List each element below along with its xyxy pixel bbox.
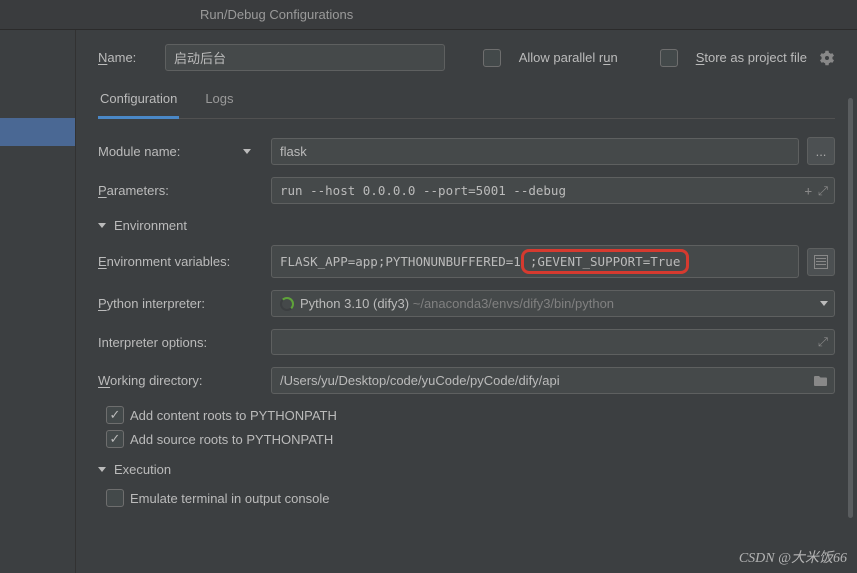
header-row: NName:ame: Allow parallel run Store as p… [98, 44, 835, 71]
vertical-scrollbar[interactable] [848, 98, 853, 518]
expand-icon[interactable]: ⤢ [818, 183, 828, 199]
execution-section-header[interactable]: Execution [98, 462, 835, 477]
module-name-value: flask [280, 144, 307, 159]
name-label: NName:ame: [98, 50, 153, 65]
env-vars-label: Environment variables: [98, 254, 263, 269]
working-dir-label: Working directory: [98, 373, 263, 388]
dropdown-icon [820, 301, 828, 306]
parameters-value: run --host 0.0.0.0 --port=5001 --debug [280, 183, 566, 198]
allow-parallel-label: Allow parallel run [519, 50, 618, 65]
parameters-field[interactable]: run --host 0.0.0.0 --port=5001 --debug +… [271, 177, 835, 204]
interpreter-opts-label: Interpreter options: [98, 335, 263, 350]
allow-parallel-checkbox[interactable] [483, 49, 501, 67]
folder-icon[interactable] [813, 375, 828, 387]
name-input[interactable] [165, 44, 445, 71]
list-icon [814, 255, 828, 269]
config-tree-item-selected[interactable] [0, 118, 75, 146]
plus-icon[interactable]: + [804, 183, 812, 199]
main-layout: NName:ame: Allow parallel run Store as p… [0, 30, 857, 573]
module-name-more-button[interactable]: ... [807, 137, 835, 165]
add-source-roots-label: Add source roots to PYTHONPATH [130, 432, 333, 447]
interpreter-opts-field[interactable]: ⤢ [271, 329, 835, 355]
working-dir-field[interactable]: /Users/yu/Desktop/code/yuCode/pyCode/dif… [271, 367, 835, 394]
env-vars-highlight: ;GEVENT_SUPPORT=True [521, 249, 690, 274]
store-project-label: Store as project file [696, 50, 807, 65]
working-dir-value: /Users/yu/Desktop/code/yuCode/pyCode/dif… [280, 373, 560, 388]
window-titlebar: Run/Debug Configurations [0, 0, 857, 30]
add-content-roots-checkbox[interactable] [106, 406, 124, 424]
tab-logs[interactable]: Logs [203, 91, 235, 118]
store-project-checkbox[interactable] [660, 49, 678, 67]
env-vars-edit-button[interactable] [807, 248, 835, 276]
module-name-field[interactable]: flask [271, 138, 799, 165]
content-pane: NName:ame: Allow parallel run Store as p… [76, 30, 857, 573]
add-content-roots-label: Add content roots to PYTHONPATH [130, 408, 337, 423]
emulate-terminal-label: Emulate terminal in output console [130, 491, 329, 506]
module-name-dropdown-icon[interactable] [243, 149, 251, 154]
watermark: CSDN @大米饭66 [739, 547, 847, 567]
emulate-terminal-checkbox[interactable] [106, 489, 124, 507]
interpreter-dropdown[interactable]: Python 3.10 (dify3) ~/anaconda3/envs/dif… [271, 290, 835, 317]
env-vars-value: FLASK_APP=app;PYTHONUNBUFFERED=1 [280, 254, 521, 269]
config-tree-sidebar[interactable] [0, 30, 76, 573]
interpreter-path: ~/anaconda3/envs/dify3/bin/python [413, 296, 614, 311]
collapse-icon [98, 223, 106, 228]
tabs: Configuration Logs [98, 91, 835, 119]
loading-spinner-icon [280, 297, 294, 311]
interpreter-name: Python 3.10 (dify3) [300, 296, 409, 311]
window-title: Run/Debug Configurations [200, 7, 353, 22]
interpreter-label: Python interpreter: [98, 296, 263, 311]
module-name-label: Module name: [98, 144, 180, 159]
gear-icon[interactable] [819, 50, 835, 66]
add-source-roots-checkbox[interactable] [106, 430, 124, 448]
environment-section-header[interactable]: Environment [98, 218, 835, 233]
env-vars-field[interactable]: FLASK_APP=app;PYTHONUNBUFFERED=1;GEVENT_… [271, 245, 799, 278]
expand-icon[interactable]: ⤢ [818, 334, 828, 350]
parameters-label: Parameters: [98, 183, 263, 198]
tab-configuration[interactable]: Configuration [98, 91, 179, 119]
collapse-icon [98, 467, 106, 472]
